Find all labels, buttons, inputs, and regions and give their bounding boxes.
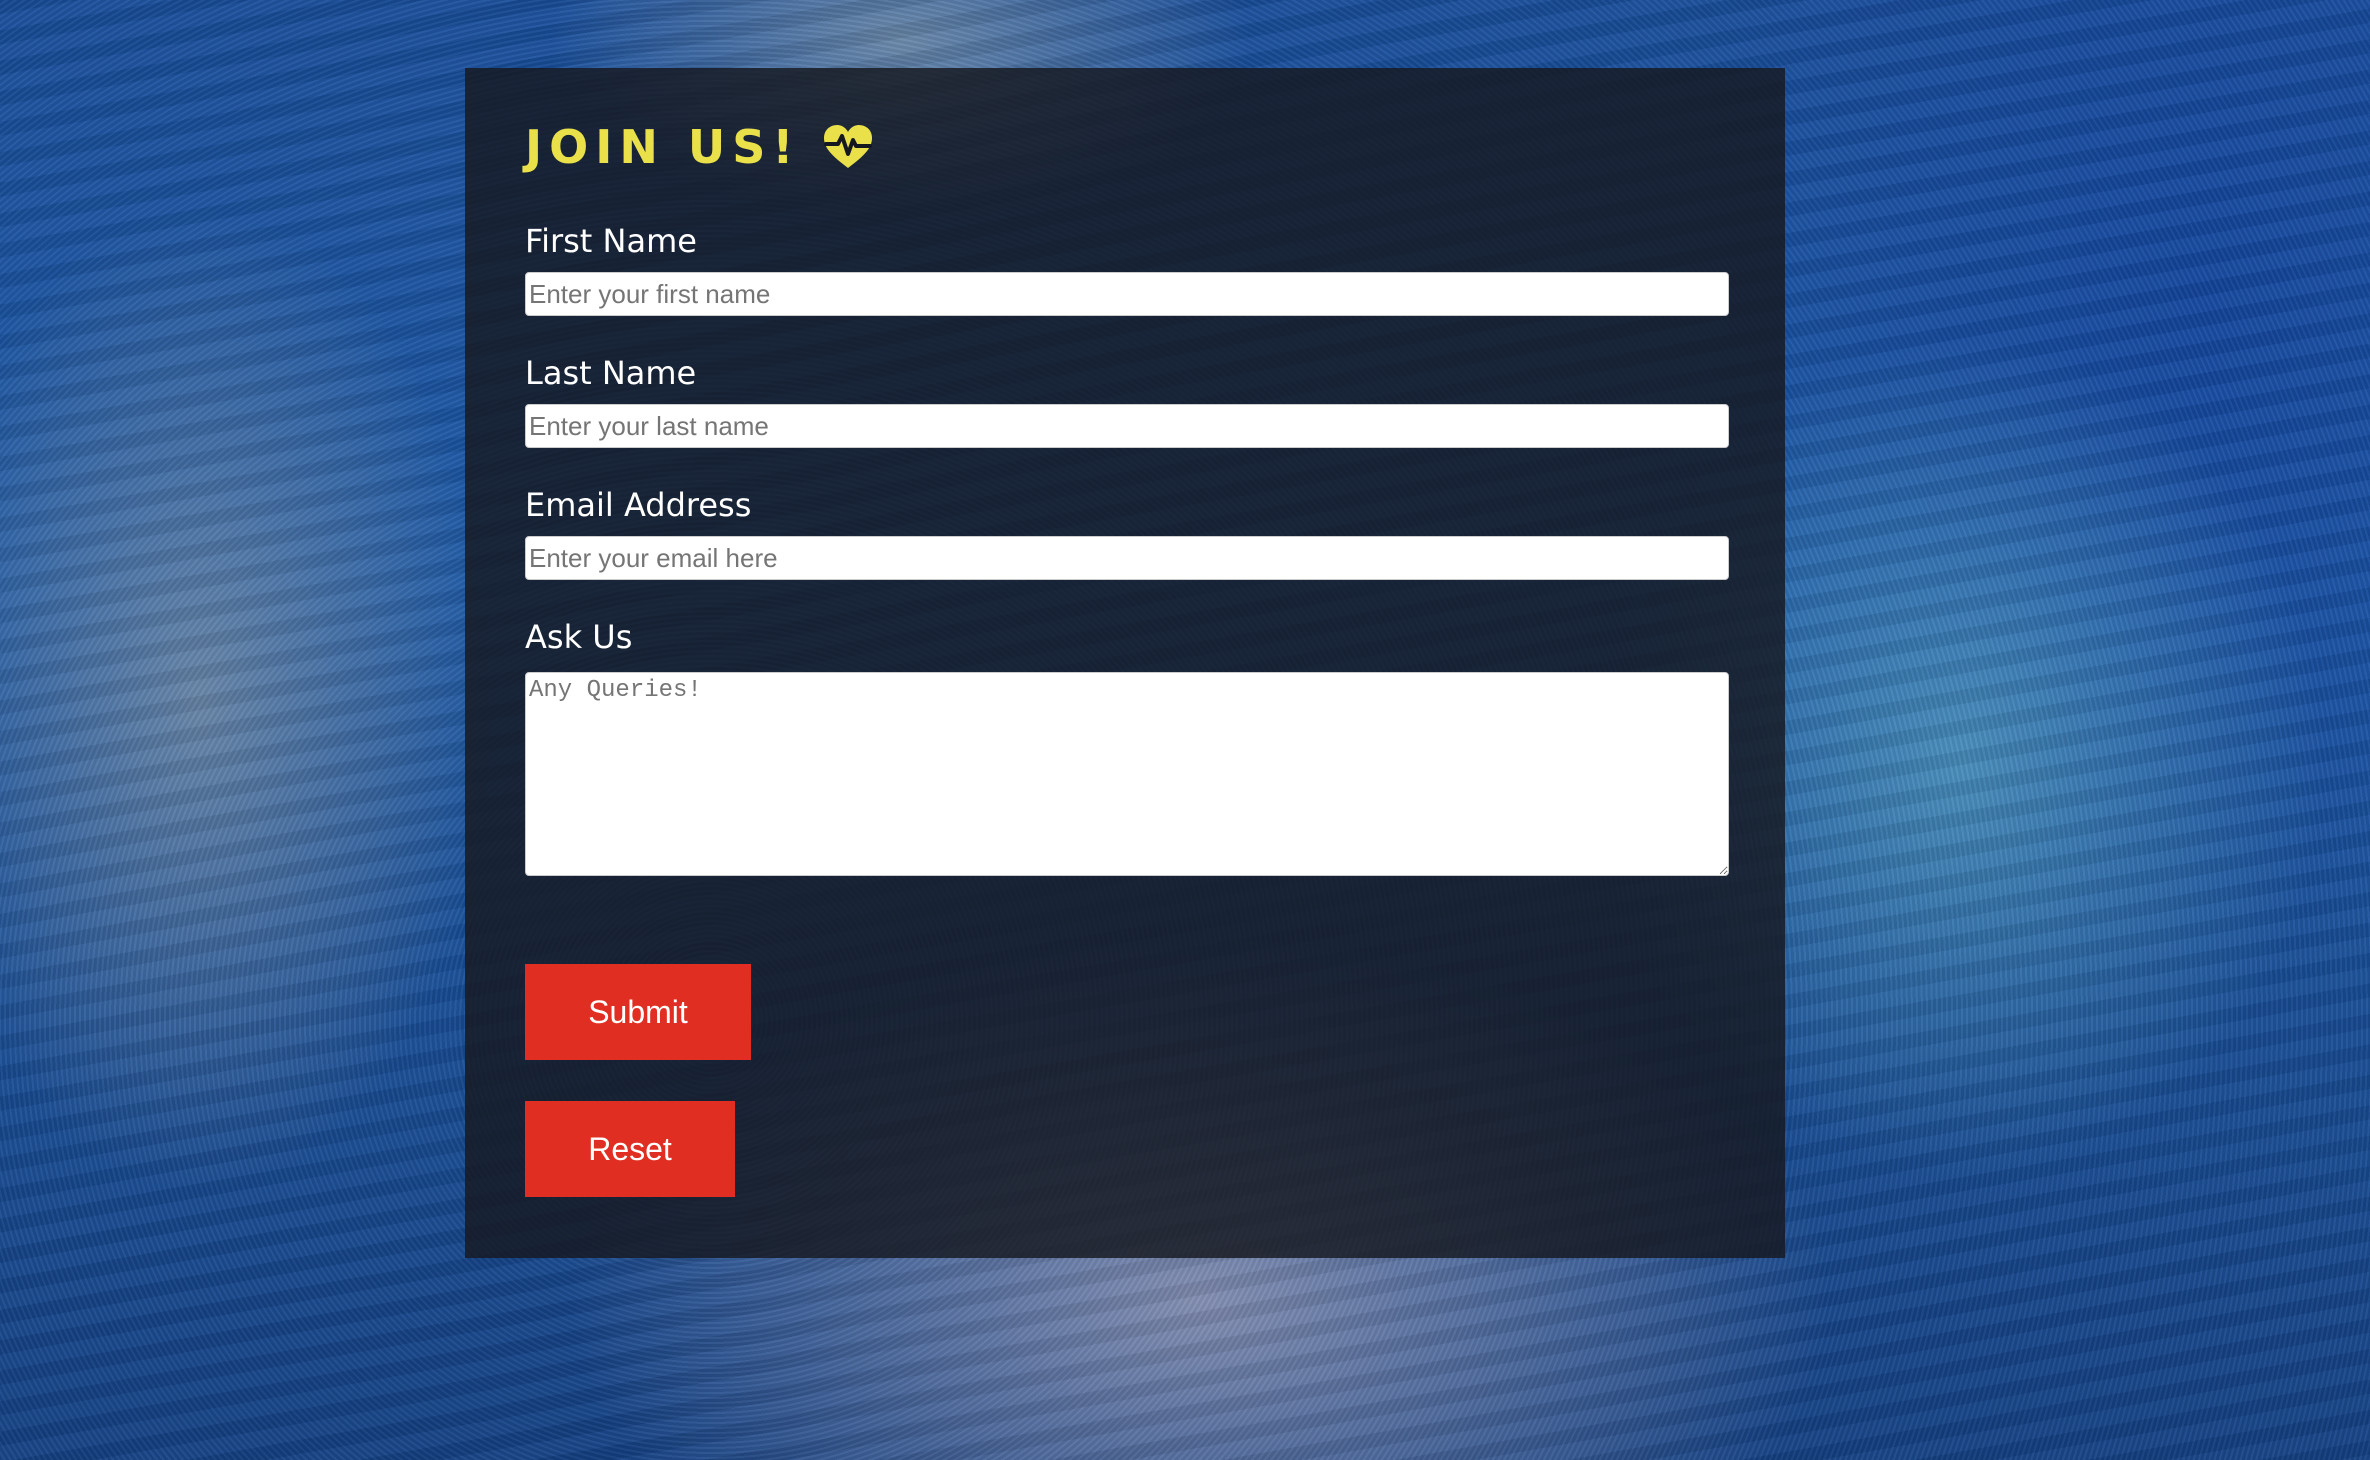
ask-us-textarea[interactable] [525,672,1729,876]
heart-pulse-icon [822,124,874,170]
form-title-text: JOIN US! [525,120,801,174]
submit-button[interactable]: Submit [525,964,751,1060]
email-label: Email Address [525,486,752,524]
form-title: JOIN US! [525,120,874,174]
email-input[interactable] [525,536,1729,580]
first-name-label: First Name [525,222,697,260]
join-form: JOIN US! First Name Last Name Email Addr… [465,68,1785,1258]
first-name-input[interactable] [525,272,1729,316]
last-name-label: Last Name [525,354,697,392]
last-name-input[interactable] [525,404,1729,448]
ask-us-label: Ask Us [525,618,633,656]
reset-button[interactable]: Reset [525,1101,735,1197]
